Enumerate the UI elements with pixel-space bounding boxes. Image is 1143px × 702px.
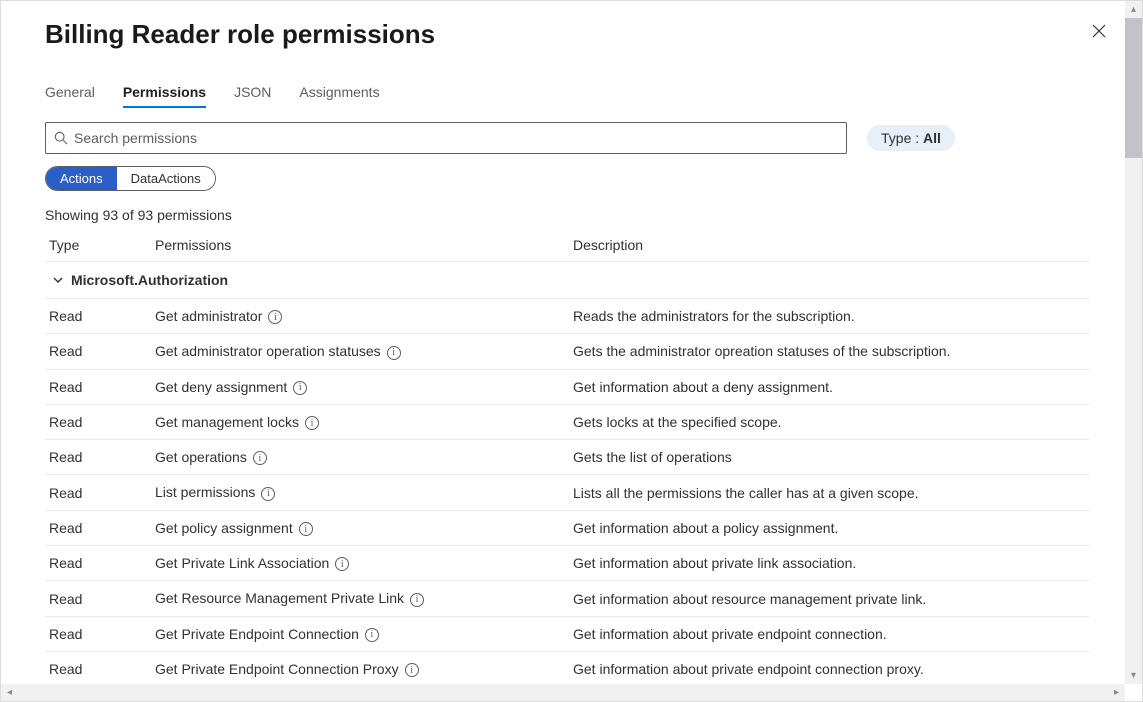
horizontal-scrollbar[interactable]: ◂ ▸: [1, 684, 1125, 701]
cell-description: Get information about resource managemen…: [573, 591, 1089, 607]
close-button[interactable]: [1083, 15, 1115, 47]
cell-type: Read: [45, 485, 155, 501]
info-icon[interactable]: i: [365, 628, 379, 642]
table-row[interactable]: ReadGet operationsiGets the list of oper…: [45, 440, 1089, 475]
table-row[interactable]: ReadGet Private Link AssociationiGet inf…: [45, 546, 1089, 581]
tab-json[interactable]: JSON: [234, 78, 271, 108]
cell-description: Get information about private endpoint c…: [573, 661, 1089, 677]
cell-description: Reads the administrators for the subscri…: [573, 308, 1089, 324]
cell-type: Read: [45, 414, 155, 430]
cell-description: Get information about a policy assignmen…: [573, 520, 1089, 536]
table-row[interactable]: ReadGet Resource Management Private Link…: [45, 581, 1089, 616]
cell-description: Get information about private link assoc…: [573, 555, 1089, 571]
cell-description: Gets the administrator opreation statuse…: [573, 343, 1089, 359]
close-icon: [1092, 24, 1106, 38]
scroll-left-arrow-icon: ◂: [1, 684, 18, 701]
type-filter-prefix: Type :: [881, 130, 923, 146]
cell-description: Get information about private endpoint c…: [573, 626, 1089, 642]
type-filter-value: All: [923, 130, 941, 146]
cell-permission: Get management locksi: [155, 414, 573, 430]
cell-description: Gets locks at the specified scope.: [573, 414, 1089, 430]
showing-count: Showing 93 of 93 permissions: [45, 207, 1089, 223]
cell-permission: Get administrator operation statusesi: [155, 343, 573, 359]
info-icon[interactable]: i: [261, 487, 275, 501]
action-type-toggle: ActionsDataActions: [45, 166, 216, 191]
scroll-right-arrow-icon: ▸: [1108, 684, 1125, 701]
tab-permissions[interactable]: Permissions: [123, 78, 206, 108]
table-row[interactable]: ReadGet Private Endpoint Connection Prox…: [45, 652, 1089, 684]
table-row[interactable]: ReadGet administratoriReads the administ…: [45, 299, 1089, 334]
cell-type: Read: [45, 379, 155, 395]
table-row[interactable]: ReadGet Private Endpoint ConnectioniGet …: [45, 617, 1089, 652]
col-header-type: Type: [45, 237, 155, 253]
info-icon[interactable]: i: [293, 381, 307, 395]
cell-permission: Get policy assignmenti: [155, 520, 573, 536]
cell-type: Read: [45, 626, 155, 642]
table-row[interactable]: ReadGet policy assignmentiGet informatio…: [45, 511, 1089, 546]
tabs: General Permissions JSON Assignments: [45, 78, 1089, 108]
info-icon[interactable]: i: [253, 451, 267, 465]
scrollbar-thumb[interactable]: [1125, 18, 1142, 158]
table-row[interactable]: ReadGet deny assignmentiGet information …: [45, 370, 1089, 405]
cell-permission: Get Private Endpoint Connection Proxyi: [155, 661, 573, 677]
cell-type: Read: [45, 343, 155, 359]
group-row[interactable]: Microsoft.Authorization: [45, 262, 1089, 299]
cell-description: Get information about a deny assignment.: [573, 379, 1089, 395]
cell-permission: Get Resource Management Private Linki: [155, 590, 573, 606]
search-input-wrapper[interactable]: [45, 122, 847, 154]
type-filter[interactable]: Type : All: [867, 125, 955, 151]
info-icon[interactable]: i: [305, 416, 319, 430]
cell-permission: Get Private Link Associationi: [155, 555, 573, 571]
search-input[interactable]: [68, 130, 838, 146]
chevron-down-icon: [45, 274, 71, 286]
scroll-up-arrow-icon: ▴: [1125, 1, 1142, 18]
group-label: Microsoft.Authorization: [71, 272, 228, 288]
vertical-scrollbar[interactable]: ▴ ▾: [1125, 1, 1142, 684]
cell-type: Read: [45, 591, 155, 607]
cell-description: Gets the list of operations: [573, 449, 1089, 465]
info-icon[interactable]: i: [299, 522, 313, 536]
page-title: Billing Reader role permissions: [45, 19, 1089, 50]
cell-type: Read: [45, 520, 155, 536]
scroll-down-arrow-icon: ▾: [1125, 667, 1142, 684]
cell-permission: Get administratori: [155, 308, 573, 324]
search-icon: [54, 131, 68, 145]
cell-type: Read: [45, 449, 155, 465]
cell-description: Lists all the permissions the caller has…: [573, 485, 1089, 501]
info-icon[interactable]: i: [335, 557, 349, 571]
table-row[interactable]: ReadGet administrator operation statuses…: [45, 334, 1089, 369]
pill-dataactions[interactable]: DataActions: [117, 167, 215, 190]
info-icon[interactable]: i: [410, 593, 424, 607]
pill-actions[interactable]: Actions: [46, 167, 117, 190]
cell-type: Read: [45, 308, 155, 324]
cell-type: Read: [45, 661, 155, 677]
info-icon[interactable]: i: [268, 310, 282, 324]
col-header-description: Description: [573, 237, 1089, 253]
cell-permission: Get Private Endpoint Connectioni: [155, 626, 573, 642]
info-icon[interactable]: i: [405, 663, 419, 677]
table-header: Type Permissions Description: [45, 229, 1089, 262]
cell-type: Read: [45, 555, 155, 571]
cell-permission: Get operationsi: [155, 449, 573, 465]
cell-permission: Get deny assignmenti: [155, 379, 573, 395]
tab-assignments[interactable]: Assignments: [299, 78, 379, 108]
info-icon[interactable]: i: [387, 346, 401, 360]
table-row[interactable]: ReadList permissionsiLists all the permi…: [45, 475, 1089, 510]
tab-general[interactable]: General: [45, 78, 95, 108]
col-header-permissions: Permissions: [155, 237, 573, 253]
table-row[interactable]: ReadGet management locksiGets locks at t…: [45, 405, 1089, 440]
cell-permission: List permissionsi: [155, 484, 573, 500]
